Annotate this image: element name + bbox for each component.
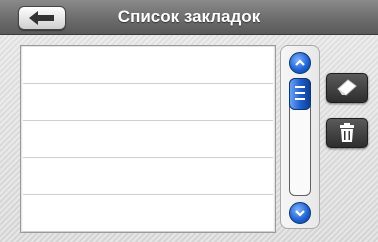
back-button[interactable] [18,6,66,30]
delete-bookmark-button[interactable] [326,118,368,148]
trash-icon [340,123,354,142]
scroll-track[interactable] [289,78,311,196]
chevron-up-icon [295,59,305,66]
list-item[interactable] [23,47,273,84]
scroll-down-button[interactable] [289,202,311,224]
scrollbar[interactable] [280,45,320,229]
list-item[interactable] [23,158,273,195]
title-bar: Список закладок [0,0,378,35]
eraser-icon [337,79,357,96]
edit-bookmark-button[interactable] [326,73,368,103]
scroll-up-button[interactable] [289,52,311,74]
scroll-thumb[interactable] [289,78,311,110]
list-item[interactable] [23,84,273,121]
back-arrow-icon [29,11,54,25]
list-item[interactable] [23,195,273,232]
bookmarks-list [20,45,276,233]
grip-icon [295,86,305,104]
list-item[interactable] [23,121,273,158]
chevron-down-icon [295,210,305,217]
bookmarks-screen: Список закладок [0,0,378,242]
